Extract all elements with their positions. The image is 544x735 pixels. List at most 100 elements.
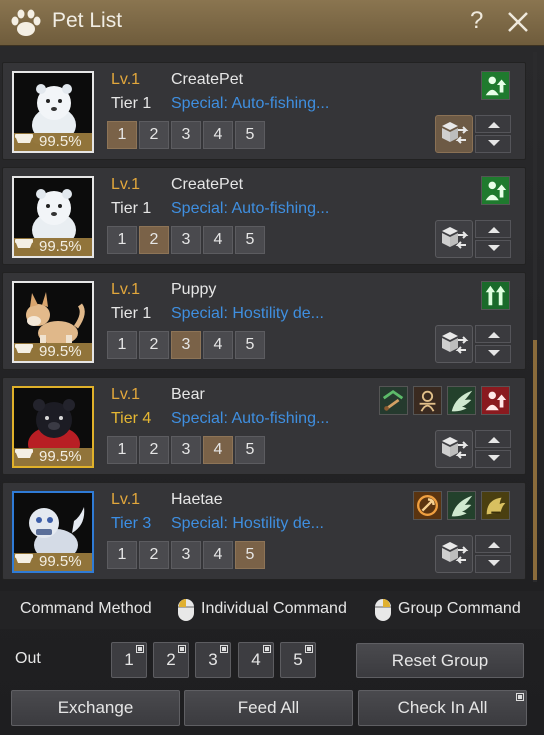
pet-card[interactable]: 99.5% Lv.1 Bear Tier 4 Special: Auto-fis…	[2, 377, 526, 475]
move-up-button[interactable]	[475, 430, 511, 448]
arrow-down-icon	[488, 455, 500, 461]
pet-card[interactable]: 99.5% Lv.1 CreatePet Tier 1 Special: Aut…	[2, 167, 526, 265]
move-down-button[interactable]	[475, 555, 511, 573]
slot-button-5[interactable]: 5	[235, 331, 265, 359]
out-button-1[interactable]: 1	[111, 642, 147, 678]
slot-button-4[interactable]: 4	[203, 331, 233, 359]
slot-button-5[interactable]: 5	[235, 436, 265, 464]
out-button-label: 5	[293, 650, 303, 669]
move-down-button[interactable]	[475, 135, 511, 153]
pet-level: Lv.1	[111, 491, 141, 508]
slot-button-2[interactable]: 2	[139, 436, 169, 464]
pet-name: CreatePet	[171, 176, 244, 193]
out-button-label: 4	[251, 650, 261, 669]
check-in-all-button[interactable]: Check In All	[358, 690, 527, 726]
slot-button-3[interactable]: 3	[171, 331, 201, 359]
summon-skill-icon[interactable]	[481, 71, 510, 100]
close-icon[interactable]	[505, 8, 531, 36]
command-swap-icon	[442, 437, 469, 459]
summon-skill-icon[interactable]	[481, 176, 510, 205]
slot-button-3[interactable]: 3	[171, 121, 201, 149]
slot-button-2[interactable]: 2	[139, 121, 169, 149]
command-button[interactable]	[435, 115, 473, 153]
slot-button-4[interactable]: 4	[203, 541, 233, 569]
slot-button-5[interactable]: 5	[235, 121, 265, 149]
move-up-button[interactable]	[475, 220, 511, 238]
hunger-value: 99.5%	[39, 238, 82, 255]
pet-portrait[interactable]: 99.5%	[12, 386, 94, 468]
move-down-button[interactable]	[475, 240, 511, 258]
slot-button-1[interactable]: 1	[107, 121, 137, 149]
arrow-down-icon	[488, 350, 500, 356]
out-button-2[interactable]: 2	[153, 642, 189, 678]
command-swap-icon	[442, 332, 469, 354]
move-down-button[interactable]	[475, 450, 511, 468]
wing-skill-icon[interactable]	[447, 491, 476, 520]
window-header[interactable]: Pet List ?	[0, 0, 544, 46]
command-button[interactable]	[435, 325, 473, 363]
check-in-all-label: Check In All	[397, 698, 488, 717]
out-button-3[interactable]: 3	[195, 642, 231, 678]
totem-skill-icon[interactable]	[413, 386, 442, 415]
reset-group-button[interactable]: Reset Group	[356, 643, 524, 678]
pet-card[interactable]: 99.5% Lv.1 Puppy Tier 1 Special: Hostili…	[2, 272, 526, 370]
slot-button-2[interactable]: 2	[139, 541, 169, 569]
expand-corner-icon	[263, 645, 271, 653]
pet-portrait[interactable]: 99.5%	[12, 71, 94, 153]
pet-card[interactable]: 99.5% Lv.1 CreatePet Tier 1 Special: Aut…	[2, 62, 526, 160]
command-button[interactable]	[435, 535, 473, 573]
slot-button-1[interactable]: 1	[107, 331, 137, 359]
slot-button-2[interactable]: 2	[139, 331, 169, 359]
slot-button-3[interactable]: 3	[171, 541, 201, 569]
move-down-button[interactable]	[475, 345, 511, 363]
pet-level: Lv.1	[111, 281, 141, 298]
attack-skill-icon[interactable]	[379, 386, 408, 415]
double-arrow-skill-icon[interactable]	[481, 281, 510, 310]
command-button[interactable]	[435, 430, 473, 468]
slot-button-1[interactable]: 1	[107, 436, 137, 464]
pet-tier: Tier 1	[111, 305, 152, 322]
pet-portrait[interactable]: 99.5%	[12, 491, 94, 573]
bowl-icon	[15, 554, 33, 563]
command-button[interactable]	[435, 220, 473, 258]
slot-button-4[interactable]: 4	[203, 121, 233, 149]
hunger-bar: 99.5%	[14, 238, 92, 256]
pet-special: Special: Hostility de...	[171, 515, 324, 532]
feed-all-button[interactable]: Feed All	[184, 690, 353, 726]
slot-button-5[interactable]: 5	[235, 541, 265, 569]
pet-tier: Tier 3	[111, 515, 152, 532]
red-summon-skill-icon[interactable]	[481, 386, 510, 415]
out-button-label: 1	[124, 650, 134, 669]
wing-skill-icon[interactable]	[447, 386, 476, 415]
slot-button-2[interactable]: 2	[139, 226, 169, 254]
pet-level: Lv.1	[111, 386, 141, 403]
move-up-button[interactable]	[475, 535, 511, 553]
slot-button-5[interactable]: 5	[235, 226, 265, 254]
bowl-icon	[15, 134, 33, 143]
hunger-value: 99.5%	[39, 448, 82, 465]
exchange-button[interactable]: Exchange	[11, 690, 180, 726]
pet-portrait[interactable]: 99.5%	[12, 281, 94, 363]
move-up-button[interactable]	[475, 115, 511, 133]
arrow-down-icon	[488, 245, 500, 251]
slot-button-4[interactable]: 4	[203, 226, 233, 254]
pet-list: 99.5% Lv.1 CreatePet Tier 1 Special: Aut…	[0, 50, 544, 586]
slot-button-1[interactable]: 1	[107, 226, 137, 254]
command-swap-icon	[442, 542, 469, 564]
slot-button-1[interactable]: 1	[107, 541, 137, 569]
pet-name: CreatePet	[171, 71, 244, 88]
expand-corner-icon	[220, 645, 228, 653]
slot-button-3[interactable]: 3	[171, 226, 201, 254]
slot-button-3[interactable]: 3	[171, 436, 201, 464]
axe-skill-icon[interactable]	[413, 491, 442, 520]
window-title: Pet List	[52, 9, 123, 32]
help-icon[interactable]: ?	[470, 7, 483, 35]
out-button-5[interactable]: 5	[280, 642, 316, 678]
out-button-4[interactable]: 4	[238, 642, 274, 678]
move-up-button[interactable]	[475, 325, 511, 343]
horn-skill-icon[interactable]	[481, 491, 510, 520]
pet-list-window: Pet List ? 99.5% Lv.1 CreatePet Tier 1 S…	[0, 0, 544, 735]
pet-portrait[interactable]: 99.5%	[12, 176, 94, 258]
pet-card[interactable]: 99.5% Lv.1 Haetae Tier 3 Special: Hostil…	[2, 482, 526, 580]
slot-button-4[interactable]: 4	[203, 436, 233, 464]
